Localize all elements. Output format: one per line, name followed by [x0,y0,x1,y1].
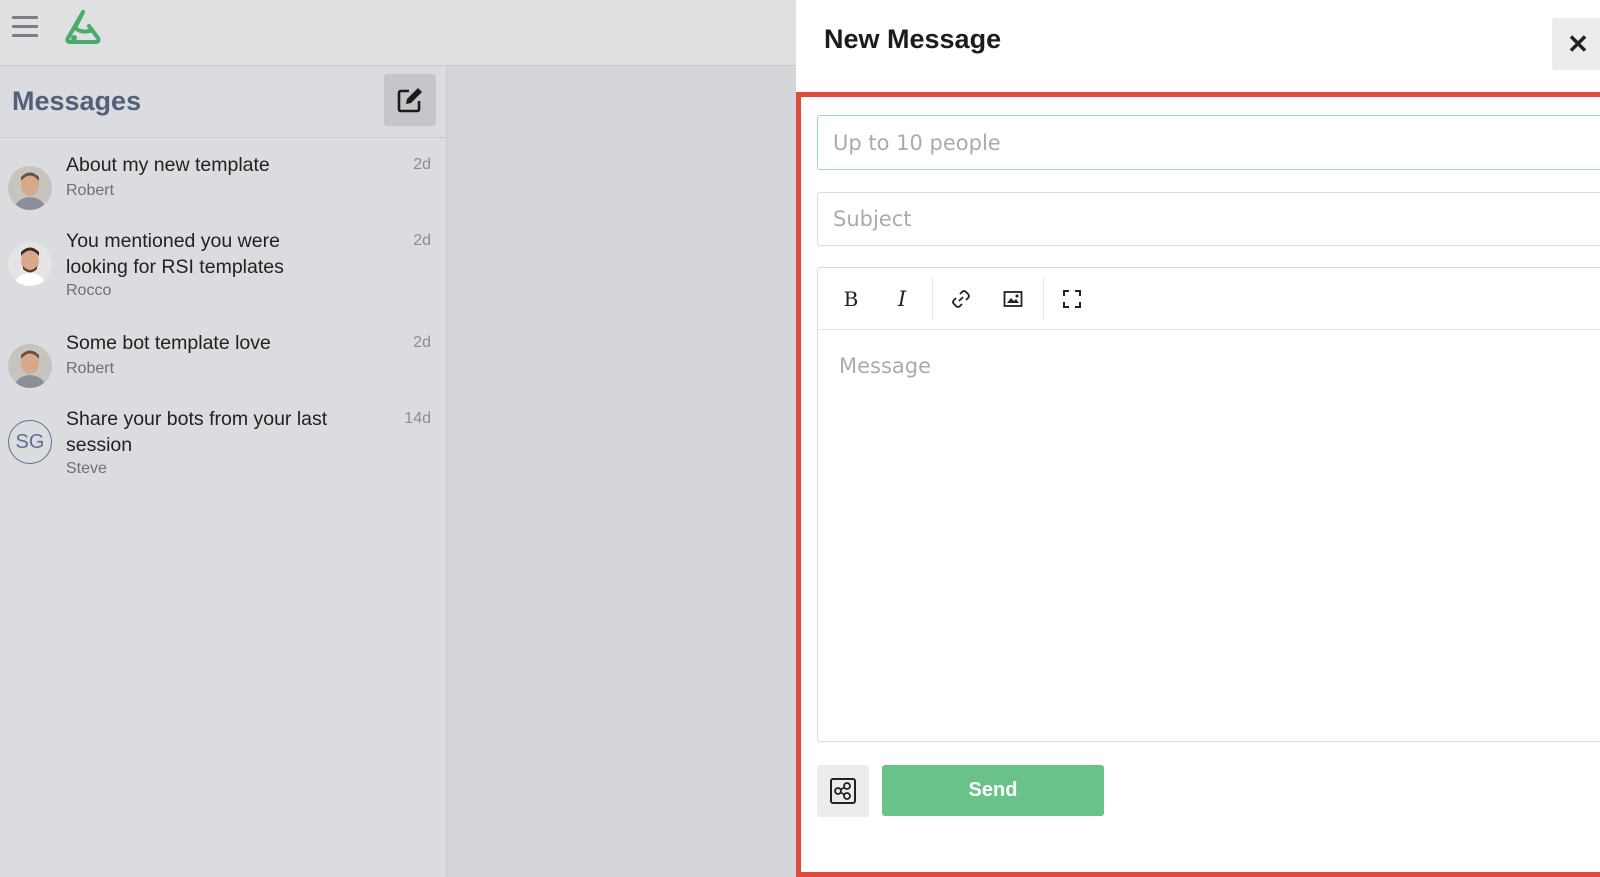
message-thread[interactable]: You mentioned you were looking for RSI t… [0,220,447,320]
avatar [8,166,52,210]
thread-time: 2d [413,232,431,249]
thread-subject: About my new template [66,154,270,176]
bold-icon[interactable]: B [834,282,868,316]
thread-sender: Robert [66,182,115,199]
toolbar-divider [1043,278,1044,320]
message-thread[interactable]: SG Share your bots from your last sessio… [0,398,447,498]
new-message-panel: New Message ✕ Up to 10 people Subject B … [796,0,1600,877]
thread-sender: Steve [66,460,107,477]
share-button[interactable] [817,765,869,817]
toolbar-divider [932,278,933,320]
thread-subject: You mentioned you were looking for RSI t… [66,230,284,278]
recipients-input[interactable]: Up to 10 people [817,115,1600,170]
message-thread[interactable]: Some bot template love Robert 2d [0,322,447,398]
messages-column: Messages About my new template Robert 2d… [0,66,447,877]
messages-title: Messages [12,86,142,116]
panel-title: New Message [824,24,1002,54]
subject-input[interactable]: Subject [817,192,1600,246]
hamburger-icon[interactable] [12,16,38,38]
thread-subject: Share your bots from your last session [66,408,328,456]
message-placeholder[interactable]: Message [839,354,931,378]
thread-sender: Robert [66,360,115,377]
send-button[interactable]: Send [882,765,1104,816]
thread-subject: Some bot template love [66,332,271,354]
messages-header: Messages [0,66,446,138]
link-icon[interactable] [944,282,978,316]
fullscreen-icon[interactable] [1055,282,1089,316]
thread-time: 2d [413,334,431,351]
compose-edit-icon [397,88,422,113]
share-icon [830,778,856,804]
top-bar [0,0,796,66]
app-logo-icon[interactable] [62,8,104,46]
image-icon[interactable] [996,282,1030,316]
thread-time: 2d [413,156,431,173]
message-editor[interactable]: B I Message [817,267,1600,742]
avatar: SG [8,420,52,464]
avatar [8,242,52,286]
thread-time: 14d [404,410,431,427]
content-area [447,66,796,877]
message-thread[interactable]: About my new template Robert 2d [0,144,447,220]
compose-button[interactable] [384,74,436,126]
italic-icon[interactable]: I [885,282,919,316]
avatar [8,344,52,388]
thread-sender: Rocco [66,282,112,299]
editor-toolbar: B I [818,268,1600,330]
close-button[interactable]: ✕ [1552,18,1600,70]
